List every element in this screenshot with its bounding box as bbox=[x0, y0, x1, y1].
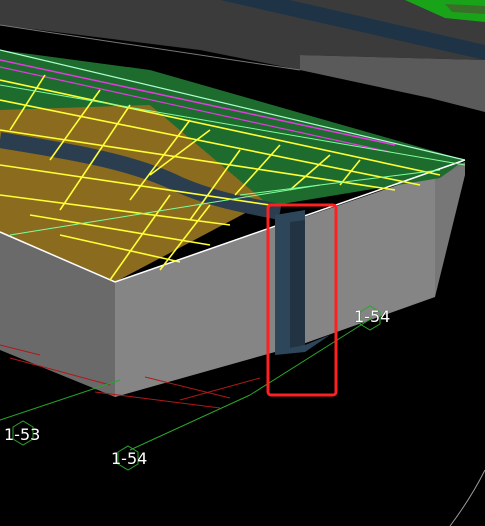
upper-slab-side bbox=[300, 55, 485, 112]
column-element-shade bbox=[290, 220, 305, 348]
curved-guide-line bbox=[449, 469, 485, 526]
model-canvas[interactable] bbox=[0, 0, 485, 526]
axis-label-1-54-right: 1-54 bbox=[354, 307, 391, 326]
axis-label-1-54-bottom: 1-54 bbox=[111, 449, 148, 468]
model-3d-viewport[interactable]: 1-54 1-53 1-54 bbox=[0, 0, 485, 526]
axis-label-1-53: 1-53 bbox=[4, 425, 41, 444]
slab-right-face bbox=[435, 162, 465, 297]
